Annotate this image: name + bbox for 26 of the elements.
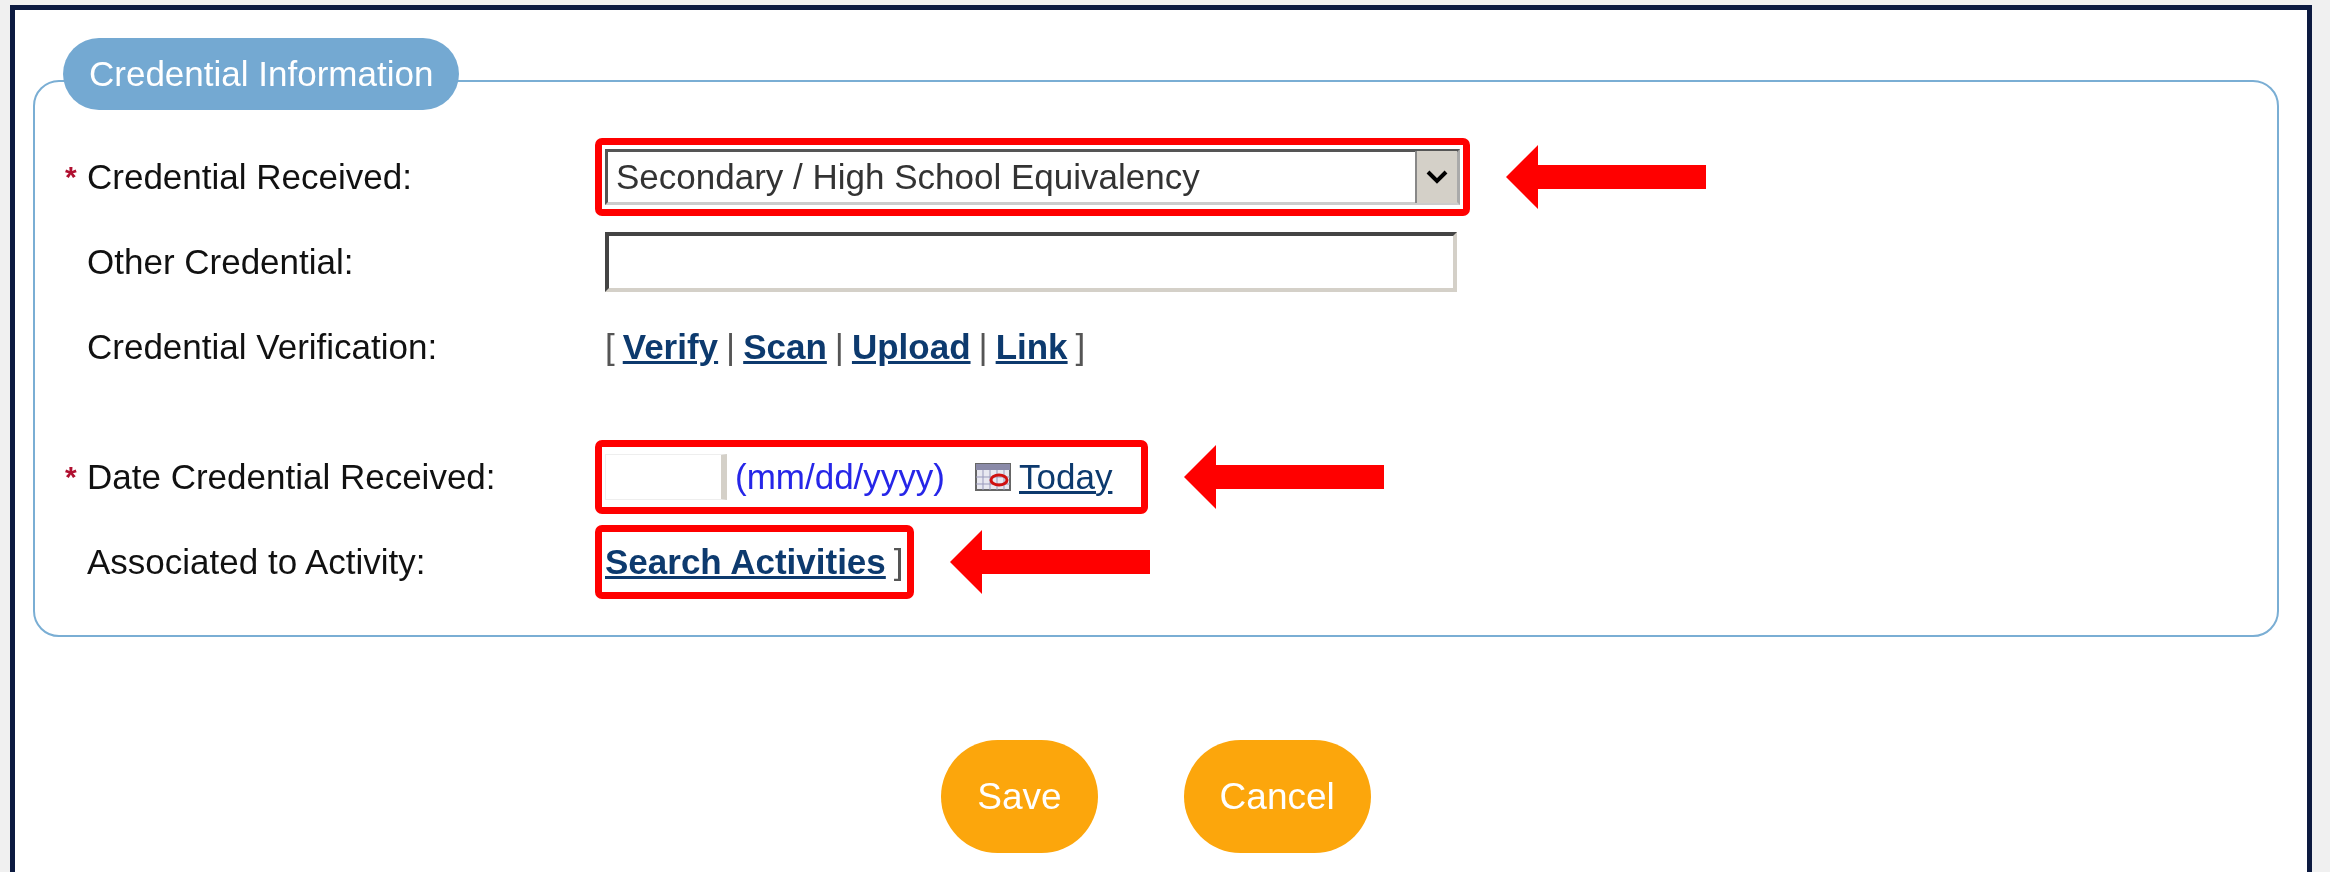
- link-separator: |: [978, 326, 988, 367]
- field-label: Credential Received:: [87, 156, 412, 197]
- section-title: Credential Information: [63, 38, 460, 110]
- verification-link[interactable]: Scan: [743, 326, 827, 367]
- date-format-hint: (mm/dd/yyyy): [735, 456, 945, 497]
- field-label: Other Credential:: [87, 241, 354, 282]
- link-separator: |: [834, 326, 844, 367]
- required-marker: *: [65, 459, 78, 494]
- field-label: Associated to Activity:: [87, 541, 426, 582]
- verification-link[interactable]: Link: [995, 326, 1068, 367]
- required-marker: *: [65, 159, 78, 194]
- field-label: Date Credential Received:: [87, 456, 496, 497]
- chevron-down-icon[interactable]: [1415, 150, 1457, 203]
- bracket: ]: [1075, 326, 1086, 367]
- search-activities-link[interactable]: Search Activities: [605, 541, 886, 582]
- verification-link[interactable]: Upload: [851, 326, 971, 367]
- calendar-icon[interactable]: [975, 462, 1011, 491]
- credential-dropdown[interactable]: Secondary / High School Equivalency: [605, 148, 1460, 205]
- input-field[interactable]: [605, 231, 1457, 292]
- field-label: Credential Verification:: [87, 326, 438, 367]
- today-link[interactable]: Today: [1019, 456, 1113, 497]
- verification-link[interactable]: Verify: [622, 326, 719, 367]
- bracket: ]: [893, 541, 904, 582]
- date-field[interactable]: [605, 453, 727, 500]
- link-separator: |: [726, 326, 736, 367]
- bracket: [: [605, 326, 615, 367]
